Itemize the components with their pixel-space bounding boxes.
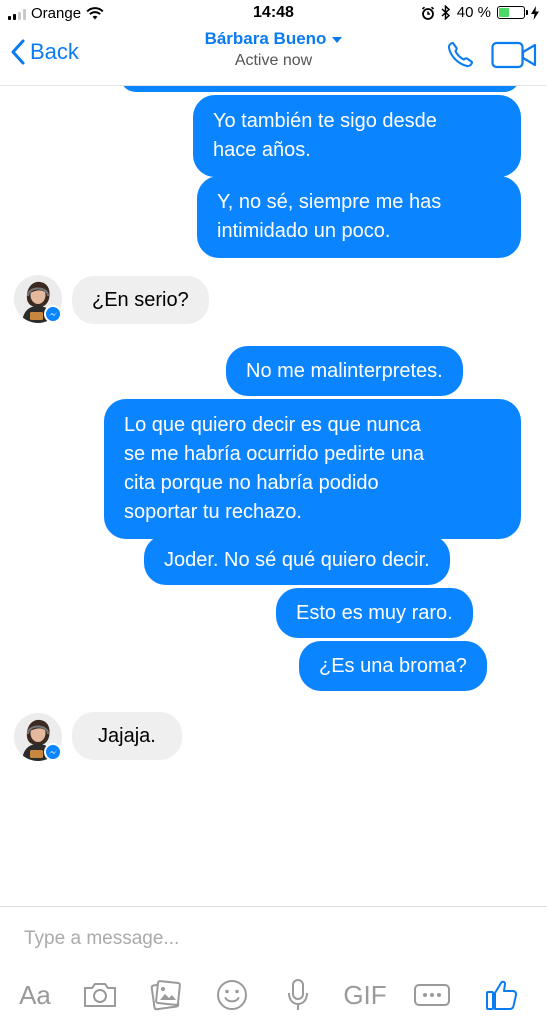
- like-button[interactable]: [480, 973, 524, 1017]
- composer-toolbar: Aa GIF: [0, 973, 547, 1017]
- message-input[interactable]: [14, 921, 454, 957]
- camera-button[interactable]: [78, 973, 122, 1017]
- smiley-icon: [217, 980, 247, 1010]
- message-bubble-incoming[interactable]: Jajaja.: [72, 712, 182, 760]
- message-bubble-outgoing[interactable]: ¿Es una broma?: [299, 641, 487, 691]
- more-icon: [414, 984, 450, 1006]
- battery-level: [499, 8, 509, 17]
- conversation-header: Back Bárbara Bueno Active now: [0, 28, 547, 86]
- message-bubble-outgoing[interactable]: Esto es muy raro.: [276, 588, 473, 638]
- battery-icon: [497, 6, 528, 19]
- thumbs-up-icon: [486, 980, 518, 1010]
- messenger-badge-icon: [44, 743, 62, 761]
- bluetooth-icon: [441, 5, 450, 20]
- gif-button[interactable]: GIF: [340, 973, 390, 1017]
- header-actions: [445, 40, 537, 70]
- gif-label: GIF: [343, 979, 387, 1010]
- message-thread[interactable]: Yo también te sigo desde hace años. Y, n…: [0, 86, 547, 906]
- battery-percentage: 40 %: [456, 4, 491, 21]
- gallery-button[interactable]: [144, 973, 188, 1017]
- message-bubble-outgoing[interactable]: Lo que quiero decir es que nunca se me h…: [104, 399, 521, 539]
- status-bar: Orange 14:48 40 %: [0, 0, 547, 28]
- alarm-icon: [421, 6, 434, 20]
- message-bubble-partial: [120, 86, 520, 92]
- more-button[interactable]: [410, 973, 454, 1017]
- charging-icon: [531, 5, 539, 20]
- message-bubble-outgoing[interactable]: Joder. No sé qué quiero decir.: [144, 535, 450, 585]
- message-bubble-outgoing[interactable]: No me malinterpretes.: [226, 346, 463, 396]
- phone-icon[interactable]: [445, 40, 475, 70]
- message-bubble-incoming[interactable]: ¿En serio?: [72, 276, 209, 324]
- photo-gallery-icon: [150, 980, 181, 1011]
- text-format-button[interactable]: Aa: [12, 973, 58, 1017]
- camera-icon: [84, 983, 116, 1007]
- message-bubble-outgoing[interactable]: Yo también te sigo desde hace años.: [193, 95, 521, 177]
- voice-button[interactable]: [276, 973, 320, 1017]
- text-format-label: Aa: [19, 979, 51, 1010]
- emoji-button[interactable]: [210, 973, 254, 1017]
- messenger-badge-icon: [44, 305, 62, 323]
- chevron-down-icon: [332, 36, 343, 43]
- message-bubble-outgoing[interactable]: Y, no sé, siempre me has intimidado un p…: [197, 176, 521, 258]
- status-right: 40 %: [421, 4, 539, 21]
- microphone-icon: [288, 979, 308, 1010]
- contact-name: Bárbara Bueno: [204, 29, 327, 48]
- video-camera-icon[interactable]: [491, 41, 537, 69]
- composer: Aa: [0, 906, 547, 1024]
